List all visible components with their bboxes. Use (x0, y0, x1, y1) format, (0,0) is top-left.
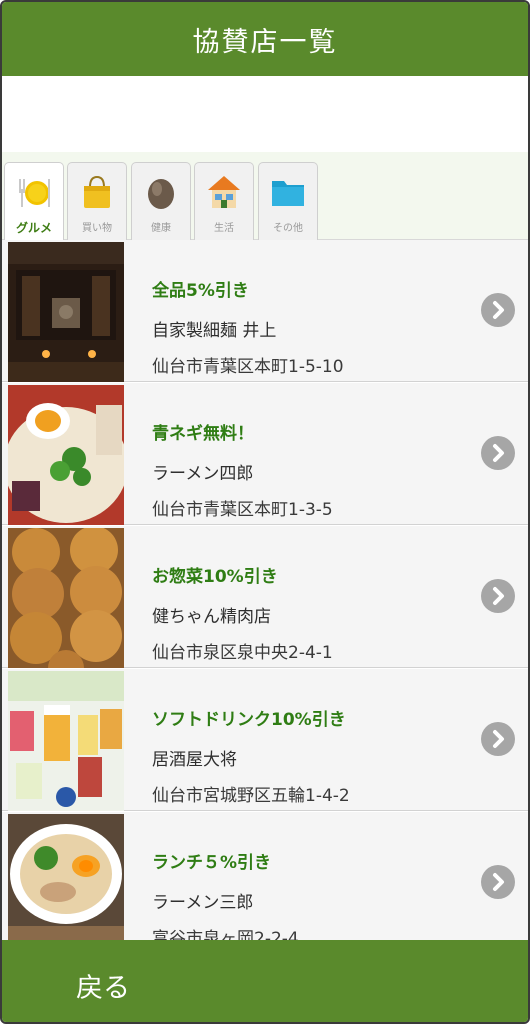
chevron-right-icon[interactable] (481, 722, 515, 756)
ramen-photo (8, 385, 124, 525)
shop-name: ラーメン四郎 (152, 464, 254, 484)
banner-area (2, 76, 528, 152)
shop-address: 仙台市宮城野区五輪1-4-2 (152, 786, 350, 806)
offer-text: 全品5%引き (152, 281, 249, 301)
folder-icon (272, 181, 304, 206)
app-frame: 協賛店一覧 グルメ 買い物 健康 生活 その他 全品5%引き 自家製細麺 井上 … (0, 0, 530, 1024)
shop-row[interactable]: 青ネギ無料！ ラーメン四郎 仙台市青葉区本町1-3-5 (2, 383, 528, 525)
drinks-photo (8, 671, 124, 811)
offer-text: ソフトドリンク10%引き (152, 710, 346, 730)
tab-health[interactable]: 健康 (131, 162, 191, 240)
category-tab-bar: グルメ 買い物 健康 生活 その他 (2, 152, 528, 240)
tab-gourmet[interactable]: グルメ (4, 162, 64, 240)
chevron-right-icon[interactable] (481, 579, 515, 613)
tab-living[interactable]: 生活 (194, 162, 254, 240)
shop-row[interactable]: お惣菜10%引き 健ちゃん精肉店 仙台市泉区泉中央2-4-1 (2, 526, 528, 668)
shop-name: ラーメン三郎 (152, 893, 254, 913)
croquette-photo (8, 528, 124, 668)
tab-label-other: その他 (273, 223, 303, 234)
header-bar: 協賛店一覧 (2, 2, 528, 76)
shop-list: 全品5%引き 自家製細麺 井上 仙台市青葉区本町1-5-10 青ネギ無料！ ラー… (2, 240, 528, 940)
tab-label-living: 生活 (214, 223, 234, 234)
shopping-bag-icon (84, 175, 110, 208)
shop-name: 居酒屋大将 (152, 750, 237, 770)
offer-text: 青ネギ無料！ (152, 424, 254, 444)
chevron-right-icon[interactable] (481, 865, 515, 899)
shop-address: 仙台市青葉区本町1-5-10 (152, 357, 344, 377)
shop-address: 仙台市泉区泉中央2-4-1 (152, 643, 333, 663)
back-button[interactable]: 戻る (76, 966, 130, 1005)
page-title: 協賛店一覧 (192, 26, 338, 58)
offer-text: ランチ５%引き (152, 853, 272, 873)
storefront-photo (8, 242, 124, 382)
chevron-right-icon[interactable] (481, 436, 515, 470)
shop-name: 自家製細麺 井上 (152, 321, 277, 341)
shop-name: 健ちゃん精肉店 (152, 607, 271, 627)
shop-row[interactable]: ソフトドリンク10%引き 居酒屋大将 仙台市宮城野区五輪1-4-2 (2, 669, 528, 811)
shop-address: 仙台市青葉区本町1-3-5 (152, 500, 333, 520)
tab-other[interactable]: その他 (258, 162, 318, 240)
chevron-right-icon[interactable] (481, 293, 515, 327)
shop-row[interactable]: ランチ５%引き ラーメン三郎 富谷市泉ヶ岡2-2-4 (2, 812, 528, 940)
footer-bar: 戻る (2, 940, 528, 1022)
shop-row[interactable]: 全品5%引き 自家製細麺 井上 仙台市青葉区本町1-5-10 (2, 240, 528, 382)
health-icon (148, 179, 174, 209)
house-icon (208, 176, 240, 208)
shop-address: 富谷市泉ヶ岡2-2-4 (152, 929, 299, 940)
offer-text: お惣菜10%引き (152, 567, 278, 587)
ramen-bowl-photo (8, 814, 124, 940)
tab-label-gourmet: グルメ (15, 221, 52, 235)
food-icon (19, 179, 50, 207)
tab-label-health: 健康 (151, 223, 171, 234)
tab-shopping[interactable]: 買い物 (67, 162, 127, 240)
tab-label-shopping: 買い物 (82, 223, 112, 234)
